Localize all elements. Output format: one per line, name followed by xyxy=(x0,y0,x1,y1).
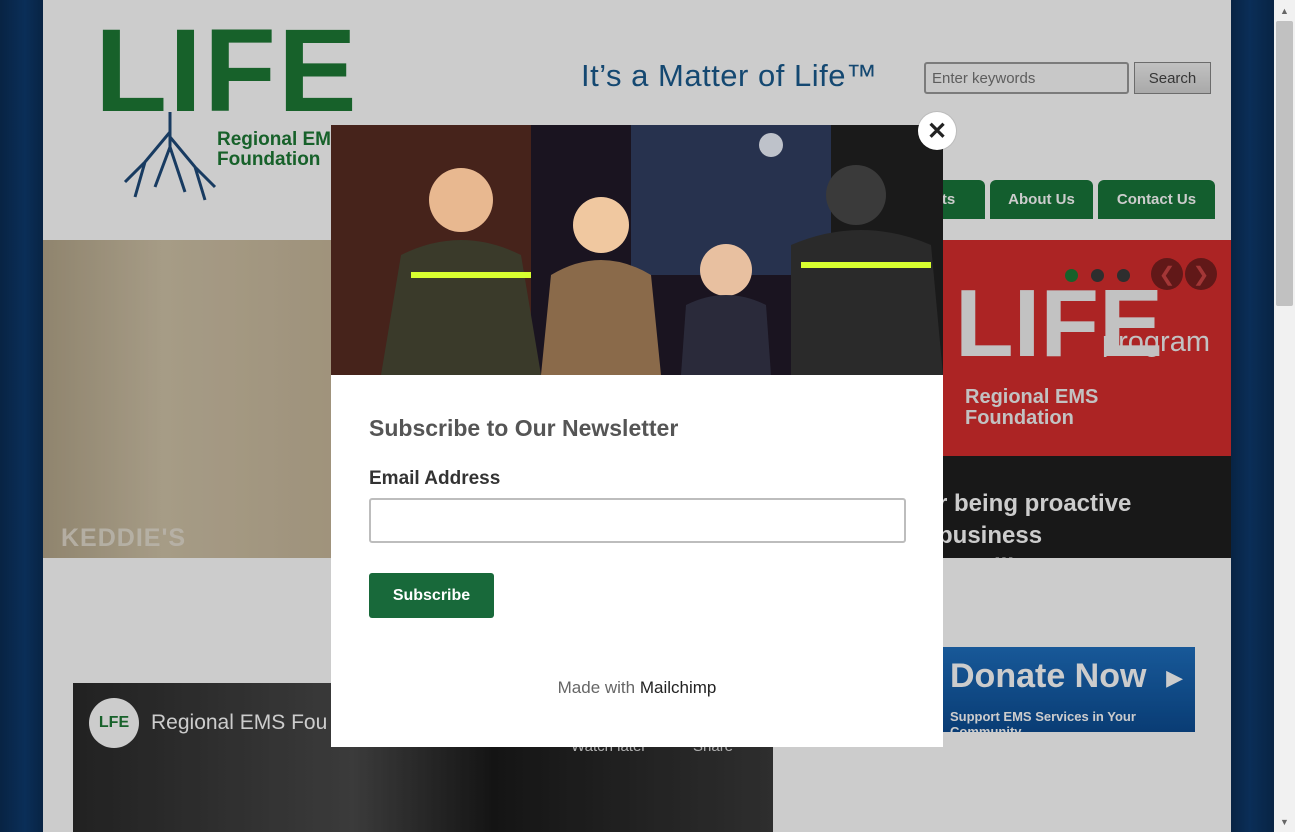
modal-title: Subscribe to Our Newsletter xyxy=(369,415,679,441)
newsletter-modal: Subscribe to Our Newsletter Email Addres… xyxy=(331,125,943,747)
close-button[interactable]: ✕ xyxy=(918,112,956,150)
page-scrollbar[interactable]: ▲ ▼ xyxy=(1274,0,1295,832)
email-field[interactable] xyxy=(369,498,906,543)
scroll-down-icon[interactable]: ▼ xyxy=(1274,811,1295,832)
close-icon: ✕ xyxy=(926,117,948,145)
scroll-up-icon[interactable]: ▲ xyxy=(1274,0,1295,21)
scroll-thumb[interactable] xyxy=(1276,21,1293,306)
mailchimp-brand[interactable]: Mailchimp xyxy=(640,678,717,697)
photo-scene-icon xyxy=(331,125,943,375)
made-with-mailchimp[interactable]: Made with Mailchimp xyxy=(331,678,943,698)
made-with-label: Made with xyxy=(557,678,636,697)
subscribe-button[interactable]: Subscribe xyxy=(369,573,494,618)
email-label: Email Address xyxy=(369,468,501,489)
modal-header-photo xyxy=(331,125,943,375)
